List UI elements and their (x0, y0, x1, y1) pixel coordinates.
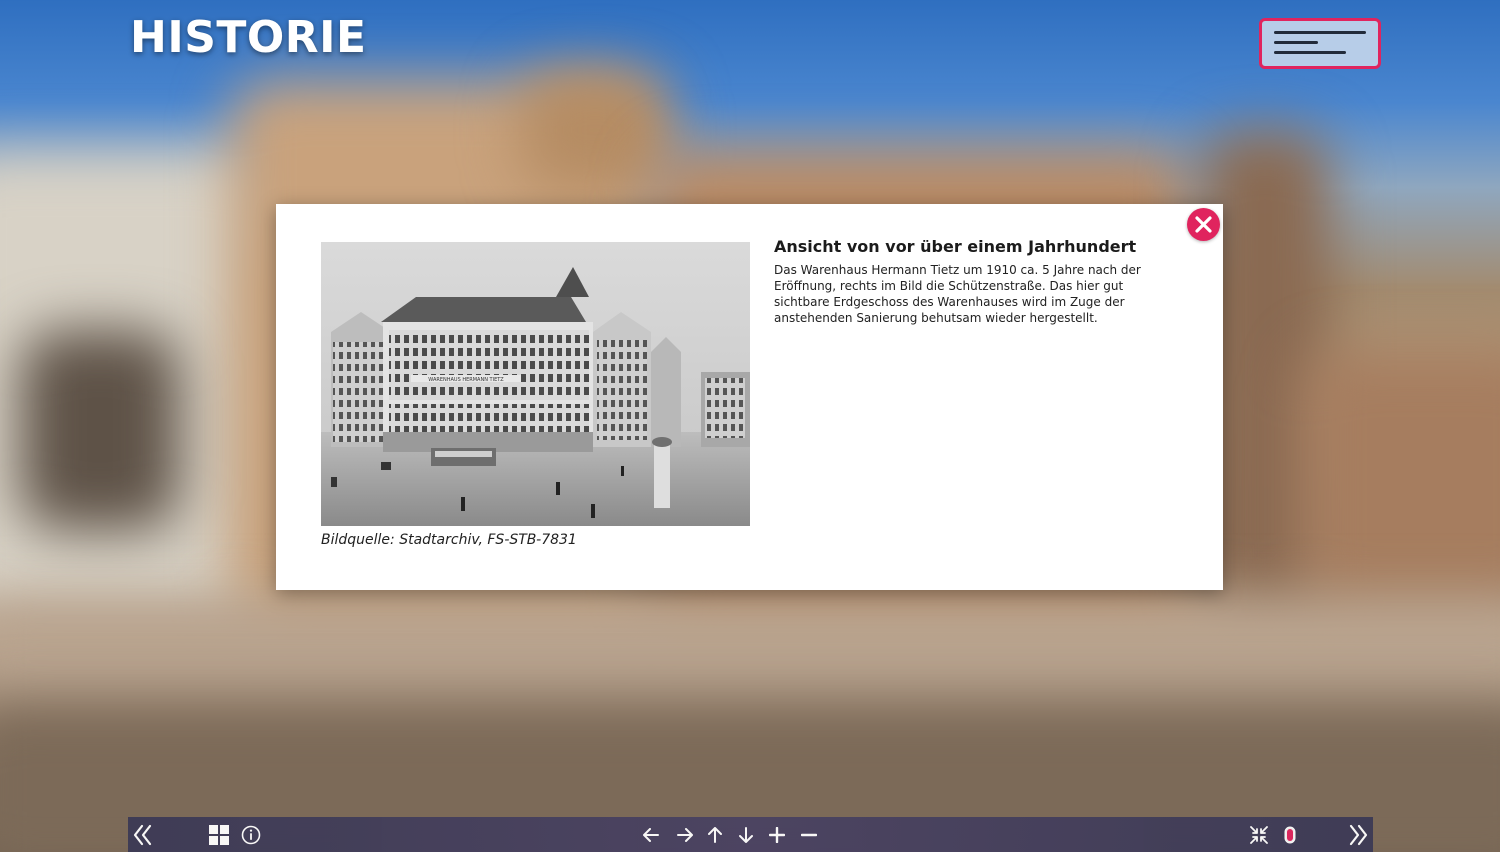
info-icon (241, 825, 261, 844)
previous-scene-button[interactable] (128, 817, 158, 852)
page-title: HISTORIE (130, 12, 367, 63)
popup-description: Das Warenhaus Hermann Tietz um 1910 ca. … (774, 263, 1141, 325)
double-chevron-right-icon (1349, 824, 1368, 845)
popup-heading: Ansicht von vor über einem Jahrhundert (774, 237, 1137, 256)
menu-button[interactable] (1259, 18, 1381, 69)
zoom-in-button[interactable] (762, 817, 792, 852)
close-icon (1195, 216, 1212, 233)
pan-up-button[interactable] (700, 817, 730, 852)
double-chevron-left-icon (133, 824, 152, 845)
minus-icon (801, 833, 817, 836)
compress-icon (1250, 825, 1268, 844)
zoom-out-button[interactable] (794, 817, 824, 852)
thumbnails-button[interactable] (204, 817, 234, 852)
arrow-down-icon (739, 826, 753, 843)
mouse-icon (1284, 826, 1296, 843)
info-popup: WARENHAUS HERMANN TIETZ Bildquelle: Stad… (276, 204, 1223, 590)
photo-sign-text: WARENHAUS HERMANN TIETZ (428, 377, 504, 383)
hamburger-line (1274, 41, 1318, 44)
info-button[interactable] (236, 817, 266, 852)
bottom-toolbar (128, 817, 1373, 852)
historic-photo-image: WARENHAUS HERMANN TIETZ (321, 242, 750, 526)
pan-down-button[interactable] (731, 817, 761, 852)
pan-right-button[interactable] (670, 817, 700, 852)
exit-fullscreen-button[interactable] (1244, 817, 1274, 852)
arrow-right-icon (677, 827, 693, 842)
mouse-mode-button[interactable] (1275, 817, 1305, 852)
photo-caption: Bildquelle: Stadtarchiv, FS-STB-7831 (321, 532, 577, 548)
plus-icon (769, 826, 785, 843)
hamburger-line (1274, 51, 1346, 54)
next-scene-button[interactable] (1343, 817, 1373, 852)
arrow-left-icon (643, 827, 659, 842)
pan-left-button[interactable] (636, 817, 666, 852)
arrow-up-icon (708, 826, 722, 843)
hamburger-menu-icon (1274, 31, 1366, 34)
historic-photo[interactable]: WARENHAUS HERMANN TIETZ (321, 242, 750, 526)
close-button[interactable] (1187, 208, 1220, 241)
grid-icon (209, 824, 229, 845)
